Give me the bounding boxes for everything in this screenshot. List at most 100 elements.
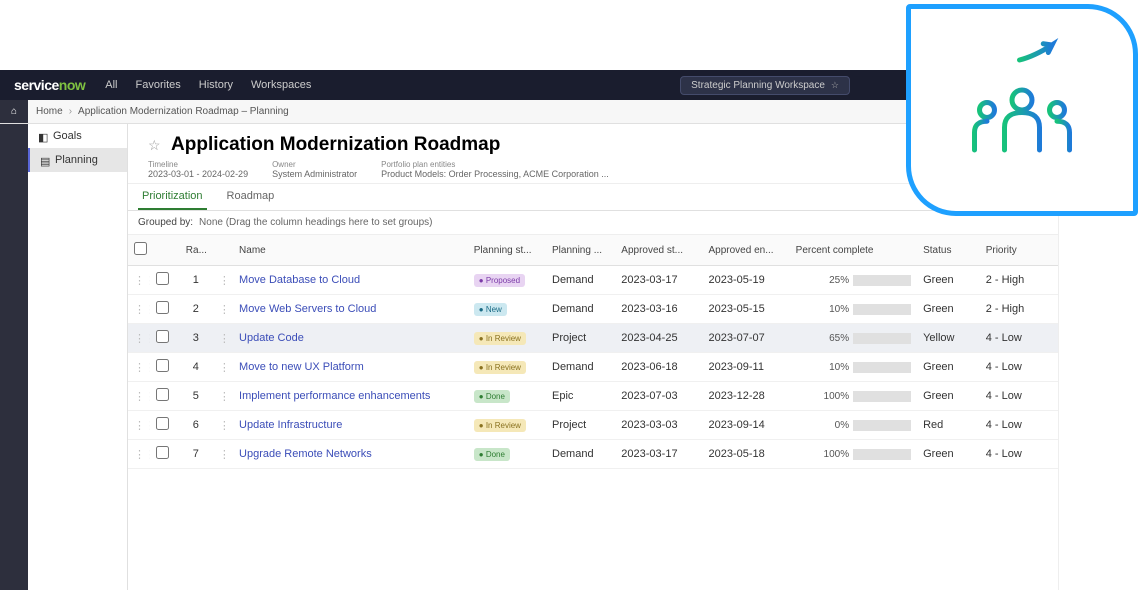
nav-all[interactable]: All (105, 79, 117, 91)
state-pill: ● In Review (474, 332, 526, 345)
percent-label: 10% (829, 304, 849, 315)
item-name-link[interactable]: Update Code (239, 332, 304, 344)
percent-label: 65% (829, 333, 849, 344)
home-rail-icon[interactable]: ⌂ (0, 100, 28, 123)
row-menu-icon[interactable]: ⋮ (219, 449, 230, 461)
column-header[interactable]: Planning st... (468, 235, 546, 266)
table-row[interactable]: ⋮⋮3⋮Update Code● In ReviewProject2023-04… (128, 324, 1058, 353)
state-pill: ● In Review (474, 419, 526, 432)
row-menu-icon[interactable]: ⋮ (219, 275, 230, 287)
top-nav: All Favorites History Workspaces (99, 79, 311, 91)
row-menu-icon[interactable]: ⋮ (219, 362, 230, 374)
select-all-checkbox[interactable] (134, 242, 147, 255)
status-cell: Green (917, 440, 980, 469)
table-row[interactable]: ⋮⋮7⋮Upgrade Remote Networks● DoneDemand2… (128, 440, 1058, 469)
drag-handle-icon[interactable]: ⋮⋮ (134, 275, 150, 287)
item-name-link[interactable]: Upgrade Remote Networks (239, 448, 372, 460)
rank-cell: 6 (173, 411, 213, 440)
progress-bar (853, 449, 911, 460)
favorite-toggle-icon[interactable]: ☆ (148, 137, 167, 153)
planning-table: Ra...NamePlanning st...Planning ...Appro… (128, 235, 1058, 469)
row-checkbox[interactable] (156, 272, 169, 285)
progress-bar (853, 275, 911, 286)
item-name-link[interactable]: Move to new UX Platform (239, 361, 364, 373)
end-cell: 2023-05-18 (702, 440, 789, 469)
rank-cell: 4 (173, 353, 213, 382)
table-row[interactable]: ⋮⋮ 5 ⋮ Implement performance enhancements ● … (128, 382, 1058, 411)
row-menu-icon[interactable]: ⋮ (219, 420, 230, 432)
row-checkbox[interactable] (156, 330, 169, 343)
table-row[interactable]: ⋮⋮ 6 ⋮ Update Infrastructure ● In Review Proj… (128, 411, 1058, 440)
column-header[interactable]: Name (233, 235, 468, 266)
column-header[interactable] (213, 235, 233, 266)
row-menu-icon[interactable]: ⋮ (219, 333, 230, 345)
rank-cell: 5 (173, 382, 213, 411)
column-header[interactable] (128, 235, 150, 266)
column-header[interactable] (150, 235, 172, 266)
tab-prioritization[interactable]: Prioritization (138, 184, 207, 210)
state-pill: ● Done (474, 448, 510, 461)
group-bar[interactable]: Grouped by:None (Drag the column heading… (128, 211, 1058, 235)
row-checkbox[interactable] (156, 359, 169, 372)
brand-logo: servicenow (0, 77, 99, 93)
end-cell: 2023-09-11 (702, 353, 789, 382)
row-checkbox[interactable] (156, 417, 169, 430)
progress-bar (853, 391, 911, 402)
item-name-link[interactable]: Move Web Servers to Cloud (239, 303, 376, 315)
row-checkbox[interactable] (156, 301, 169, 314)
drag-handle-icon[interactable]: ⋮⋮ (134, 391, 150, 403)
planning-icon: ▤ (40, 155, 50, 165)
column-header[interactable]: Planning ... (546, 235, 615, 266)
rank-cell: 2 (173, 295, 213, 324)
drag-handle-icon[interactable]: ⋮⋮ (134, 420, 150, 432)
end-cell: 2023-09-14 (702, 411, 789, 440)
rank-cell: 1 (173, 266, 213, 295)
nav-workspaces[interactable]: Workspaces (251, 79, 311, 91)
item-name-link[interactable]: Move Database to Cloud (239, 274, 360, 286)
breadcrumb-home[interactable]: Home (28, 106, 63, 117)
row-checkbox[interactable] (156, 446, 169, 459)
status-cell: Green (917, 266, 980, 295)
sidebar-item-goals[interactable]: ◧ Goals (28, 124, 127, 148)
nav-favorites[interactable]: Favorites (136, 79, 181, 91)
type-cell: Demand (546, 266, 615, 295)
drag-handle-icon[interactable]: ⋮⋮ (134, 333, 150, 345)
column-header[interactable]: Status (917, 235, 980, 266)
percent-label: 100% (824, 449, 850, 460)
priority-cell: 2 - High (980, 295, 1058, 324)
state-pill: ● Done (474, 390, 510, 403)
table-row[interactable]: ⋮⋮4⋮Move to new UX Platform● In ReviewDe… (128, 353, 1058, 382)
rank-cell: 7 (173, 440, 213, 469)
item-name-link[interactable]: Implement performance enhancements (239, 390, 430, 402)
start-cell: 2023-04-25 (615, 324, 702, 353)
type-cell: Project (546, 411, 615, 440)
row-menu-icon[interactable]: ⋮ (219, 391, 230, 403)
column-header[interactable]: Priority (980, 235, 1058, 266)
workspace-pill[interactable]: Strategic Planning Workspace ☆ (680, 76, 850, 95)
priority-cell: 4 - Low (980, 382, 1058, 411)
column-header[interactable]: Ra... (173, 235, 213, 266)
tab-roadmap[interactable]: Roadmap (223, 184, 279, 210)
drag-handle-icon[interactable]: ⋮⋮ (134, 449, 150, 461)
progress-bar (853, 362, 911, 373)
drag-handle-icon[interactable]: ⋮⋮ (134, 304, 150, 316)
table-row[interactable]: ⋮⋮1⋮Move Database to Cloud● ProposedDema… (128, 266, 1058, 295)
sidebar-item-planning[interactable]: ▤ Planning (28, 148, 127, 172)
drag-handle-icon[interactable]: ⋮⋮ (134, 362, 150, 374)
feature-logo-card (906, 4, 1138, 216)
star-icon[interactable]: ☆ (831, 80, 839, 91)
column-header[interactable]: Approved en... (702, 235, 789, 266)
end-cell: 2023-05-19 (702, 266, 789, 295)
priority-cell: 4 - Low (980, 353, 1058, 382)
percent-label: 0% (835, 420, 849, 431)
row-checkbox[interactable] (156, 388, 169, 401)
percent-label: 100% (824, 391, 850, 402)
column-header[interactable]: Approved st... (615, 235, 702, 266)
table-row[interactable]: ⋮⋮2⋮Move Web Servers to Cloud● NewDemand… (128, 295, 1058, 324)
row-menu-icon[interactable]: ⋮ (219, 304, 230, 316)
nav-history[interactable]: History (199, 79, 233, 91)
rank-cell: 3 (173, 324, 213, 353)
item-name-link[interactable]: Update Infrastructure (239, 419, 342, 431)
column-header[interactable]: Percent complete (790, 235, 917, 266)
status-cell: Yellow (917, 324, 980, 353)
